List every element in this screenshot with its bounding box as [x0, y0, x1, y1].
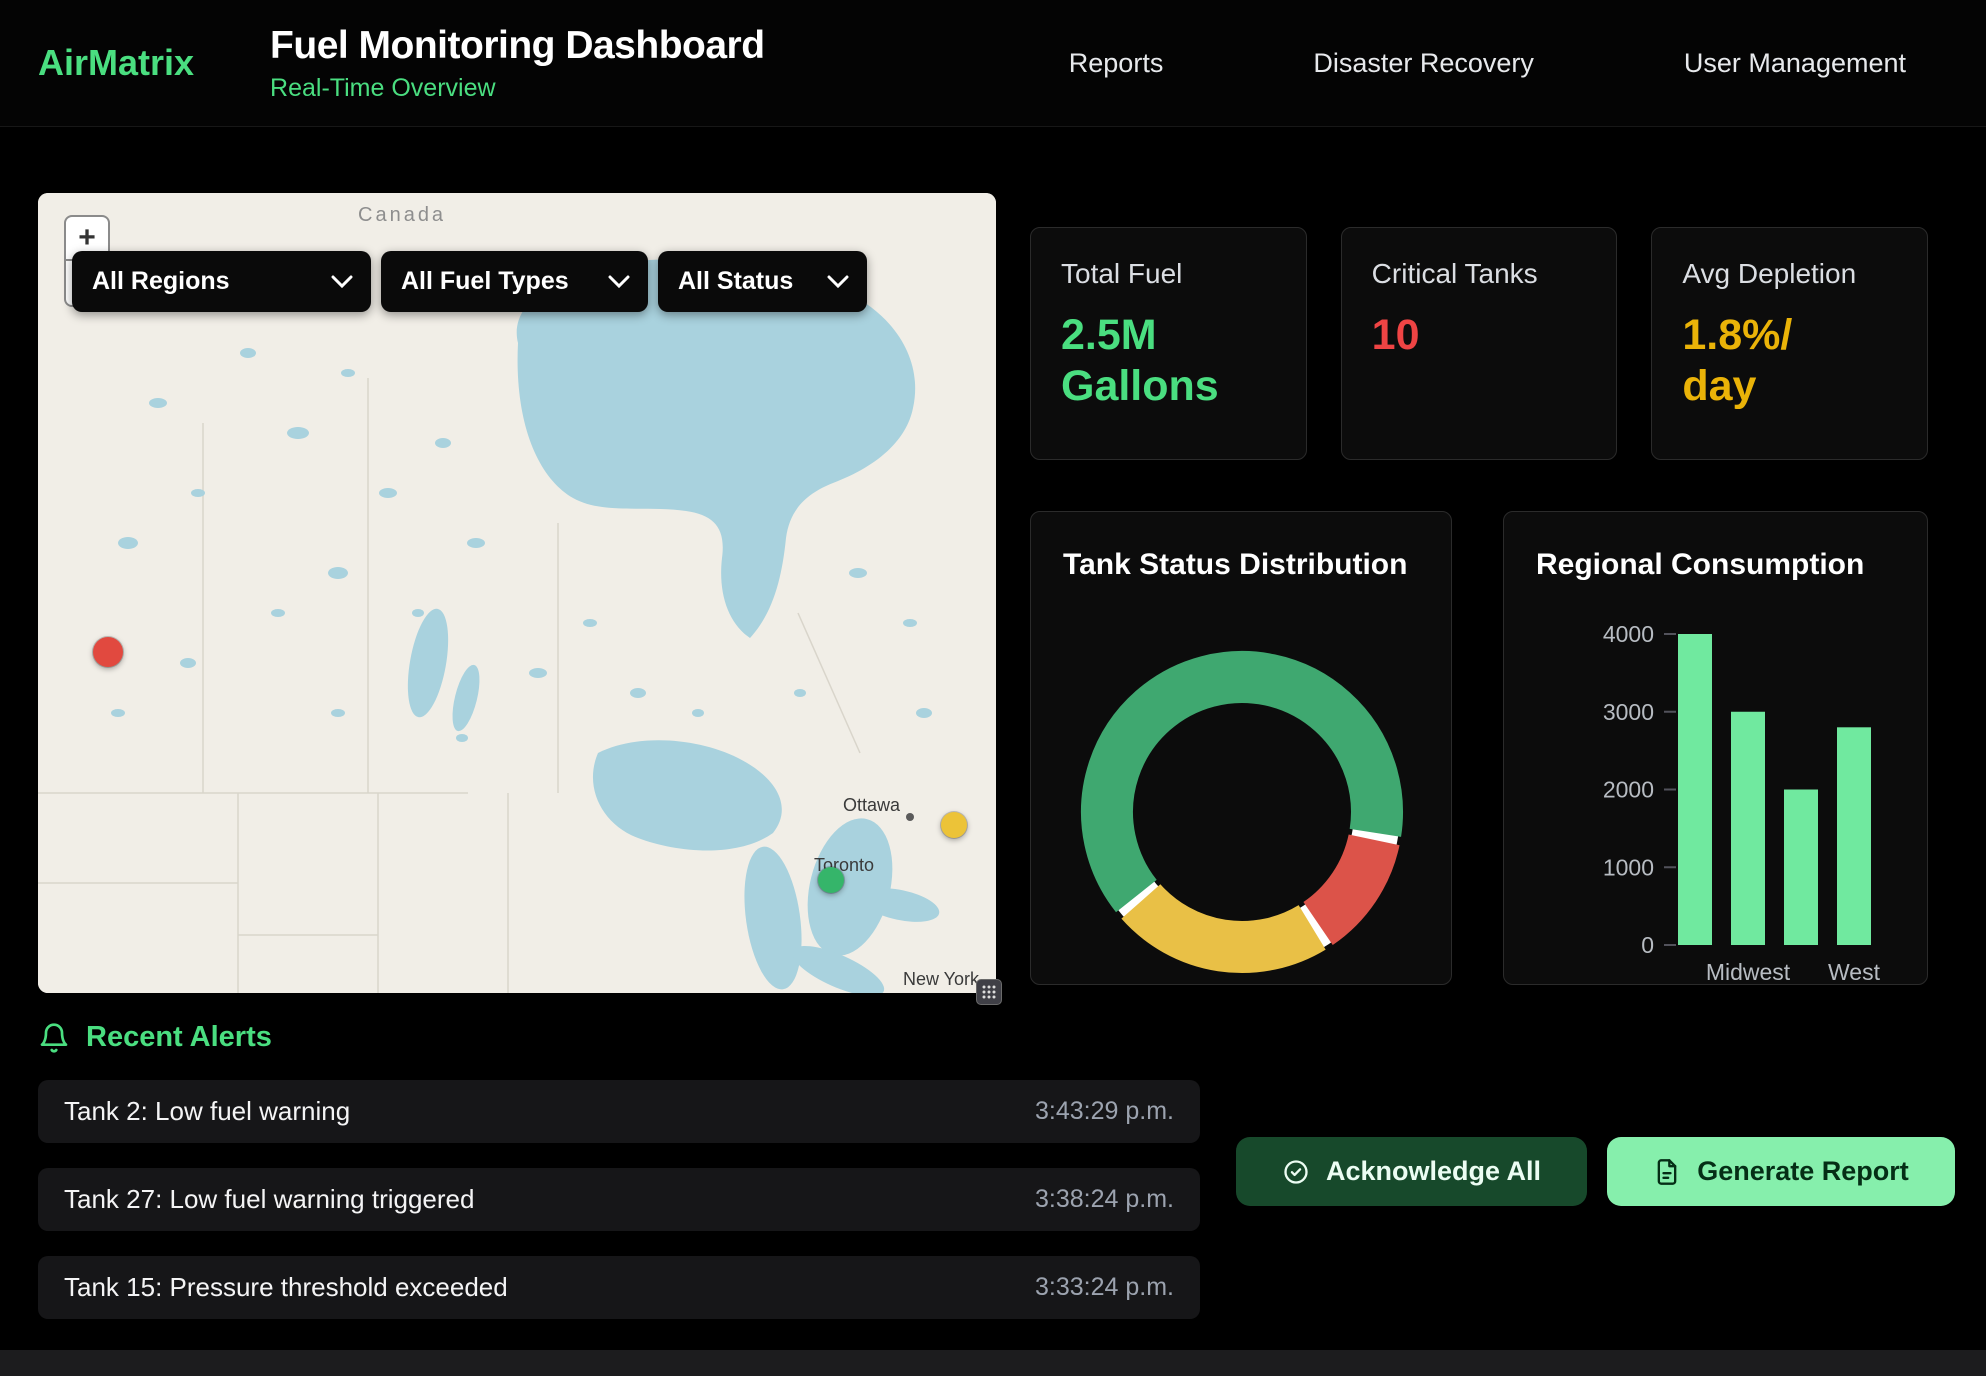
map-label-new-york: New York	[903, 969, 980, 989]
stat-label: Total Fuel	[1061, 258, 1276, 290]
stat-card-critical-tanks: Critical Tanks 10	[1341, 227, 1618, 460]
chevron-down-icon	[331, 275, 353, 289]
status-filter-value: All Status	[678, 267, 793, 296]
regional-consumption-card: Regional Consumption 0 1000 2000 3000 4000 Mi…	[1503, 511, 1928, 985]
svg-text:4000: 4000	[1603, 621, 1654, 647]
nav-disaster-recovery[interactable]: Disaster Recovery	[1313, 48, 1534, 79]
svg-text:1000: 1000	[1603, 854, 1654, 880]
acknowledge-all-button[interactable]: Acknowledge All	[1236, 1137, 1587, 1206]
alerts-body: Tank 2: Low fuel warning 3:43:29 p.m. Ta…	[38, 1080, 1948, 1319]
svg-text:West: West	[1828, 959, 1881, 985]
bottom-strip	[0, 1350, 1986, 1376]
acknowledge-all-label: Acknowledge All	[1326, 1156, 1541, 1187]
tank-status-donut-chart	[1031, 512, 1452, 985]
alert-timestamp: 3:33:24 p.m.	[1035, 1273, 1174, 1302]
recent-alerts-section: Recent Alerts Tank 2: Low fuel warning 3…	[0, 993, 1986, 1319]
alert-row[interactable]: Tank 27: Low fuel warning triggered 3:38…	[38, 1168, 1200, 1231]
map-label-ottawa: Ottawa	[843, 795, 901, 815]
map-marker-critical[interactable]	[93, 637, 123, 667]
check-circle-icon	[1282, 1158, 1310, 1186]
stat-label: Critical Tanks	[1372, 258, 1587, 290]
svg-text:Midwest: Midwest	[1706, 959, 1791, 985]
alert-message: Tank 15: Pressure threshold exceeded	[64, 1272, 508, 1303]
map-marker-normal[interactable]	[818, 867, 844, 893]
alerts-heading: Recent Alerts	[86, 1021, 272, 1054]
nav-user-management[interactable]: User Management	[1684, 48, 1906, 79]
regional-consumption-title: Regional Consumption	[1536, 548, 1864, 582]
map-svg: Canada Ottawa Toronto New York	[38, 193, 996, 993]
app-header: AirMatrix Fuel Monitoring Dashboard Real…	[0, 0, 1986, 127]
status-filter-dropdown[interactable]: All Status	[658, 251, 867, 312]
svg-text:3000: 3000	[1603, 699, 1654, 725]
chevron-down-icon	[608, 275, 630, 289]
generate-report-button[interactable]: Generate Report	[1607, 1137, 1955, 1206]
map-panel: Canada Ottawa Toronto New York + − All R…	[38, 193, 996, 993]
stat-card-total-fuel: Total Fuel 2.5M Gallons	[1030, 227, 1307, 460]
map-filter-bar: All Regions All Fuel Types All Status	[72, 251, 867, 312]
main-content: Canada Ottawa Toronto New York + − All R…	[0, 127, 1986, 993]
fuel-type-filter-value: All Fuel Types	[401, 267, 569, 296]
map-label-canada: Canada	[358, 204, 446, 226]
main-nav: Reports Disaster Recovery User Managemen…	[1069, 48, 1906, 79]
svg-text:2000: 2000	[1603, 777, 1654, 803]
map-marker-warning[interactable]	[941, 812, 967, 838]
stat-label: Avg Depletion	[1682, 258, 1897, 290]
resize-handle-icon[interactable]	[976, 979, 1002, 1005]
region-filter-dropdown[interactable]: All Regions	[72, 251, 371, 312]
alert-timestamp: 3:43:29 p.m.	[1035, 1097, 1174, 1126]
charts-row: Tank Status Distribution Regional Consum…	[1030, 511, 1928, 985]
page-subtitle: Real-Time Overview	[270, 74, 764, 103]
app-logo[interactable]: AirMatrix	[38, 42, 194, 84]
tank-status-card: Tank Status Distribution	[1030, 511, 1452, 985]
fuel-type-filter-dropdown[interactable]: All Fuel Types	[381, 251, 648, 312]
tank-status-title: Tank Status Distribution	[1063, 548, 1407, 582]
alert-message: Tank 2: Low fuel warning	[64, 1096, 350, 1127]
right-panel: Total Fuel 2.5M Gallons Critical Tanks 1…	[1030, 193, 1928, 993]
alert-row[interactable]: Tank 15: Pressure threshold exceeded 3:3…	[38, 1256, 1200, 1319]
stat-value: 10	[1372, 310, 1587, 361]
stat-value: 1.8%/day	[1682, 310, 1810, 411]
alert-timestamp: 3:38:24 p.m.	[1035, 1185, 1174, 1214]
chevron-down-icon	[827, 275, 849, 289]
region-filter-value: All Regions	[92, 267, 230, 296]
alert-message: Tank 27: Low fuel warning triggered	[64, 1184, 474, 1215]
nav-reports[interactable]: Reports	[1069, 48, 1164, 79]
map-canvas[interactable]: Canada Ottawa Toronto New York	[38, 193, 996, 993]
alerts-heading-row: Recent Alerts	[38, 1021, 1948, 1054]
alert-actions: Acknowledge All Generate Report	[1236, 1137, 1955, 1206]
document-icon	[1653, 1158, 1681, 1186]
svg-text:0: 0	[1641, 932, 1654, 958]
stats-row: Total Fuel 2.5M Gallons Critical Tanks 1…	[1030, 227, 1928, 460]
bell-icon	[38, 1022, 70, 1054]
stat-card-avg-depletion: Avg Depletion 1.8%/day	[1651, 227, 1928, 460]
alert-row[interactable]: Tank 2: Low fuel warning 3:43:29 p.m.	[38, 1080, 1200, 1143]
regional-consumption-bar-chart: 0 1000 2000 3000 4000 Midwest West	[1504, 512, 1925, 985]
page-title: Fuel Monitoring Dashboard	[270, 24, 764, 68]
alert-list: Tank 2: Low fuel warning 3:43:29 p.m. Ta…	[38, 1080, 1200, 1319]
generate-report-label: Generate Report	[1697, 1156, 1909, 1187]
stat-value: 2.5M Gallons	[1061, 310, 1276, 411]
page-title-block: Fuel Monitoring Dashboard Real-Time Over…	[270, 24, 764, 103]
